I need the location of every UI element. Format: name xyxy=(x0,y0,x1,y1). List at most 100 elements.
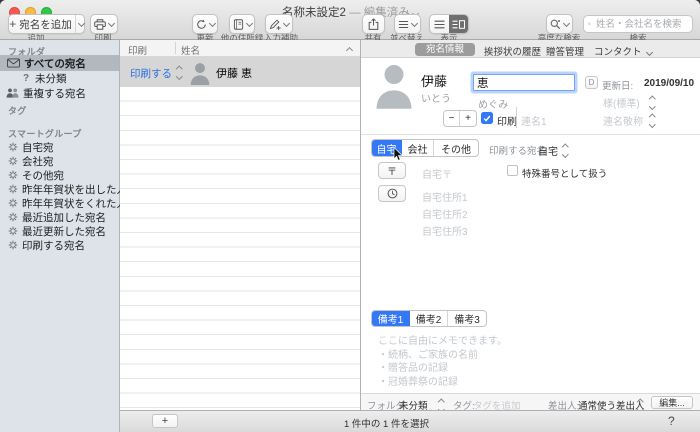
first-name-kana[interactable]: めぐみ xyxy=(478,96,508,111)
memo-tab-3[interactable]: 備考3 xyxy=(448,311,486,326)
list-empty-rows[interactable] xyxy=(120,87,360,410)
contact-avatar-icon[interactable] xyxy=(375,61,413,109)
gear-icon xyxy=(8,212,18,222)
sender-edit-button[interactable]: 編集... xyxy=(651,396,693,409)
list-view-segment[interactable] xyxy=(430,15,449,33)
row-name[interactable]: 伊藤 恵 xyxy=(216,65,252,81)
printer-icon xyxy=(94,19,106,30)
gear-icon xyxy=(8,240,18,250)
postal-code-placeholder[interactable]: 自宅〒 xyxy=(422,166,452,181)
first-name-input[interactable] xyxy=(473,74,575,91)
sort-lines-icon xyxy=(398,20,409,29)
print-target-stepper[interactable] xyxy=(563,145,568,157)
special-number-checkbox[interactable] xyxy=(507,165,518,176)
sidebar: フォルダ すべての宛名 ? 未分類 重複する宛名 タグ スマートグループ 自宅宛… xyxy=(0,40,120,432)
gear-icon xyxy=(8,170,18,180)
gear-icon xyxy=(8,226,18,236)
gear-icon xyxy=(8,198,18,208)
sidebar-item-home-group[interactable]: 自宅宛 xyxy=(8,140,54,154)
chevron-down-icon xyxy=(108,19,115,26)
address-tab-other[interactable]: その他 xyxy=(434,140,478,156)
magnifier-icon xyxy=(550,19,561,30)
duplicate-people-icon xyxy=(6,88,19,98)
joint-honorific-stepper[interactable] xyxy=(650,115,655,127)
joint-honorific-label[interactable]: 連名敬称 xyxy=(603,113,643,128)
selection-status-text: 1 件中の 1 件を選択 xyxy=(344,416,429,430)
gear-icon xyxy=(8,142,18,152)
last-name[interactable]: 伊藤 xyxy=(421,71,447,90)
sidebar-item-recently-added-group[interactable]: 最近追加した宛名 xyxy=(8,210,106,224)
special-number-label: 特殊番号として扱う xyxy=(522,166,607,180)
print-target-value[interactable]: 自宅 xyxy=(538,143,558,158)
sidebar-item-duplicates[interactable]: 重複する宛名 xyxy=(6,86,86,100)
tab-gift-management[interactable]: 贈答管理 xyxy=(546,44,584,58)
checkmark-icon xyxy=(483,115,491,122)
sidebar-item-to-print-group[interactable]: 印刷する宛名 xyxy=(8,238,85,252)
updated-date-value: 2019/09/10 xyxy=(644,78,694,89)
add-row-button[interactable]: + xyxy=(152,414,178,428)
chevron-down-icon xyxy=(411,19,418,26)
plus-icon: + xyxy=(9,17,16,31)
list-header: 印刷 姓名 xyxy=(120,40,360,57)
memo-tab-2[interactable]: 備考2 xyxy=(410,311,448,326)
mouse-cursor-icon xyxy=(393,147,402,161)
detail-tab-bar: 宛名情報 挨拶状の履歴 贈答管理 コンタクト xyxy=(361,40,700,58)
memo-placeholder[interactable]: ここに自由にメモできます。 ・続柄、ご家族の名前 ・贈答品の記録 ・冠婚葬祭の記… xyxy=(378,335,507,389)
row-print-stepper[interactable] xyxy=(177,67,182,79)
address-tab-company[interactable]: 会社 xyxy=(402,140,434,156)
honorific-value[interactable]: 様(標準) xyxy=(603,95,640,110)
button-divider xyxy=(75,15,76,33)
address-history-button[interactable] xyxy=(378,185,406,202)
sidebar-item-other-group[interactable]: その他宛 xyxy=(8,168,64,182)
sort-ascending-icon[interactable] xyxy=(346,47,353,54)
list-row-selected[interactable]: 印刷する 伊藤 恵 xyxy=(120,57,360,87)
memo-tab-1[interactable]: 備考1 xyxy=(372,311,410,326)
detail-view-segment[interactable] xyxy=(449,15,468,33)
memo-tab-bar: 備考1 備考2 備考3 xyxy=(371,310,487,327)
tab-contact[interactable]: コンタクト xyxy=(594,44,652,58)
address-line3-placeholder[interactable]: 自宅住所3 xyxy=(422,223,468,238)
chevron-down-icon xyxy=(78,19,85,26)
chevron-down-icon xyxy=(646,49,653,56)
row-print-status[interactable]: 印刷する xyxy=(130,66,172,81)
honorific-stepper[interactable] xyxy=(650,97,655,109)
kanji-variant-button[interactable]: D xyxy=(585,76,598,89)
add-joint-name-button[interactable]: + xyxy=(460,111,476,126)
question-mark-icon: ? xyxy=(21,73,31,84)
remove-joint-name-button[interactable]: − xyxy=(444,111,460,126)
list-view-icon xyxy=(434,20,445,29)
column-header-print[interactable]: 印刷 xyxy=(128,43,147,57)
last-name-kana[interactable]: いとう xyxy=(421,90,451,105)
addressee-list: 印刷 姓名 印刷する 伊藤 恵 xyxy=(120,40,360,410)
chevron-down-icon xyxy=(563,19,570,26)
pencil-plus-icon xyxy=(269,18,281,30)
app-window: 名称未設定2 — 編集済み + 宛名を追加 追加 印刷 更新 他の住所録 xyxy=(0,0,700,432)
help-button[interactable]: ? xyxy=(668,414,675,428)
print-checkbox[interactable] xyxy=(481,112,493,124)
sidebar-item-sent-last-year-group[interactable]: 昨年年賀状を出した人 xyxy=(8,182,127,196)
tab-greeting-history[interactable]: 挨拶状の履歴 xyxy=(484,44,541,58)
address-type-segmented: 自宅 会社 その他 xyxy=(371,139,479,157)
sidebar-item-all-addressees[interactable]: すべての宛名 xyxy=(7,56,86,70)
share-icon xyxy=(368,18,379,30)
detail-view-icon xyxy=(452,20,465,29)
envelope-icon xyxy=(7,58,20,68)
address-line1-placeholder[interactable]: 自宅住所1 xyxy=(422,189,468,204)
add-addressee-button[interactable]: + 宛名を追加 xyxy=(8,14,85,34)
tab-addressee-info[interactable]: 宛名情報 xyxy=(415,43,475,56)
postal-code-button[interactable]: 〒 xyxy=(378,162,406,179)
column-divider[interactable] xyxy=(175,42,176,54)
address-line2-placeholder[interactable]: 自宅住所2 xyxy=(422,206,468,221)
column-header-name[interactable]: 姓名 xyxy=(181,43,200,57)
search-input[interactable] xyxy=(594,18,688,31)
detail-footer-bar: フォルダ: 未分類 タグ: タグを追加 差出人: 通常使う差出人 編集... xyxy=(361,393,700,410)
sidebar-item-uncategorized[interactable]: ? 未分類 xyxy=(21,71,67,85)
sidebar-item-recently-updated-group[interactable]: 最近更新した宛名 xyxy=(8,224,106,238)
detail-panel: 宛名情報 挨拶状の履歴 贈答管理 コンタクト 伊藤 いとう めぐみ D 更新日:… xyxy=(360,40,700,410)
search-icon xyxy=(588,19,591,29)
sidebar-item-company-group[interactable]: 会社宛 xyxy=(8,154,54,168)
search-field[interactable] xyxy=(583,15,693,33)
sidebar-item-received-last-year-group[interactable]: 昨年年賀状をくれた人 xyxy=(8,196,127,210)
chevron-down-icon xyxy=(283,19,290,26)
joint-name-placeholder[interactable]: 連名1 xyxy=(521,113,547,128)
